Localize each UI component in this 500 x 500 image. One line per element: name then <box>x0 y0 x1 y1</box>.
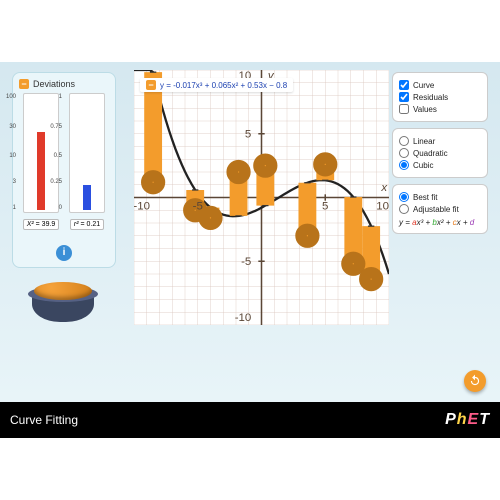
checkbox-residuals[interactable]: Residuals <box>399 91 481 103</box>
display-options-panel: CurveResidualsValues <box>392 72 488 122</box>
equation-display[interactable]: − y = -0.017x³ + 0.065x² + 0.53x − 0.8 <box>140 78 293 92</box>
x-axis-label: x <box>380 182 388 194</box>
fit-options-panel: Best fitAdjustable fit y = ax³ + bx² + c… <box>392 184 488 234</box>
point-bucket[interactable] <box>28 278 98 326</box>
phet-logo[interactable]: PhET <box>445 411 490 429</box>
footer-bar: Curve Fitting PhET <box>0 402 500 438</box>
checkbox-values[interactable]: Values <box>399 103 481 115</box>
reset-button[interactable] <box>464 370 486 392</box>
svg-text:5: 5 <box>322 201 328 213</box>
radio-linear[interactable]: Linear <box>399 135 481 147</box>
data-point[interactable] <box>320 159 331 170</box>
collapse-icon[interactable]: − <box>146 80 156 90</box>
collapse-icon[interactable]: − <box>19 79 29 89</box>
graph[interactable]: -10-5 510 5-5 10-10 x y <box>134 70 389 325</box>
radio-best-fit[interactable]: Best fit <box>399 191 481 203</box>
svg-text:10: 10 <box>376 201 389 213</box>
data-point[interactable] <box>233 166 244 177</box>
deviations-title: Deviations <box>33 79 75 89</box>
checkbox-curve[interactable]: Curve <box>399 79 481 91</box>
data-point[interactable] <box>260 160 271 171</box>
r-squared-bar: 1 0.75 0.5 0.25 0 <box>69 93 105 213</box>
info-button[interactable]: i <box>56 245 72 261</box>
data-point[interactable] <box>147 176 158 187</box>
svg-text:5: 5 <box>245 129 251 141</box>
fit-equation: y = -0.017x³ + 0.065x² + 0.53x − 0.8 <box>160 81 287 90</box>
deviations-panel: − Deviations 100 30 10 3 1 X <box>12 72 116 268</box>
data-point[interactable] <box>348 258 359 269</box>
data-point[interactable] <box>302 230 313 241</box>
reset-icon <box>468 374 482 388</box>
fit-formula: y = ax³ + bx² + cx + d <box>399 215 481 227</box>
chi-squared-value: X² = 39.9 <box>23 219 60 230</box>
chart-svg: -10-5 510 5-5 10-10 x y <box>134 70 389 325</box>
r-squared-value: r² = 0.21 <box>70 219 104 230</box>
degree-options-panel: LinearQuadraticCubic <box>392 128 488 178</box>
radio-quadratic[interactable]: Quadratic <box>399 147 481 159</box>
sim-title: Curve Fitting <box>10 413 78 427</box>
svg-text:-10: -10 <box>235 312 252 324</box>
radio-cubic[interactable]: Cubic <box>399 159 481 171</box>
radio-adjustable-fit[interactable]: Adjustable fit <box>399 203 481 215</box>
svg-text:-10: -10 <box>134 201 150 213</box>
data-point[interactable] <box>205 212 216 223</box>
svg-text:-5: -5 <box>193 201 203 213</box>
svg-text:-5: -5 <box>241 256 251 268</box>
data-point[interactable] <box>365 273 376 284</box>
